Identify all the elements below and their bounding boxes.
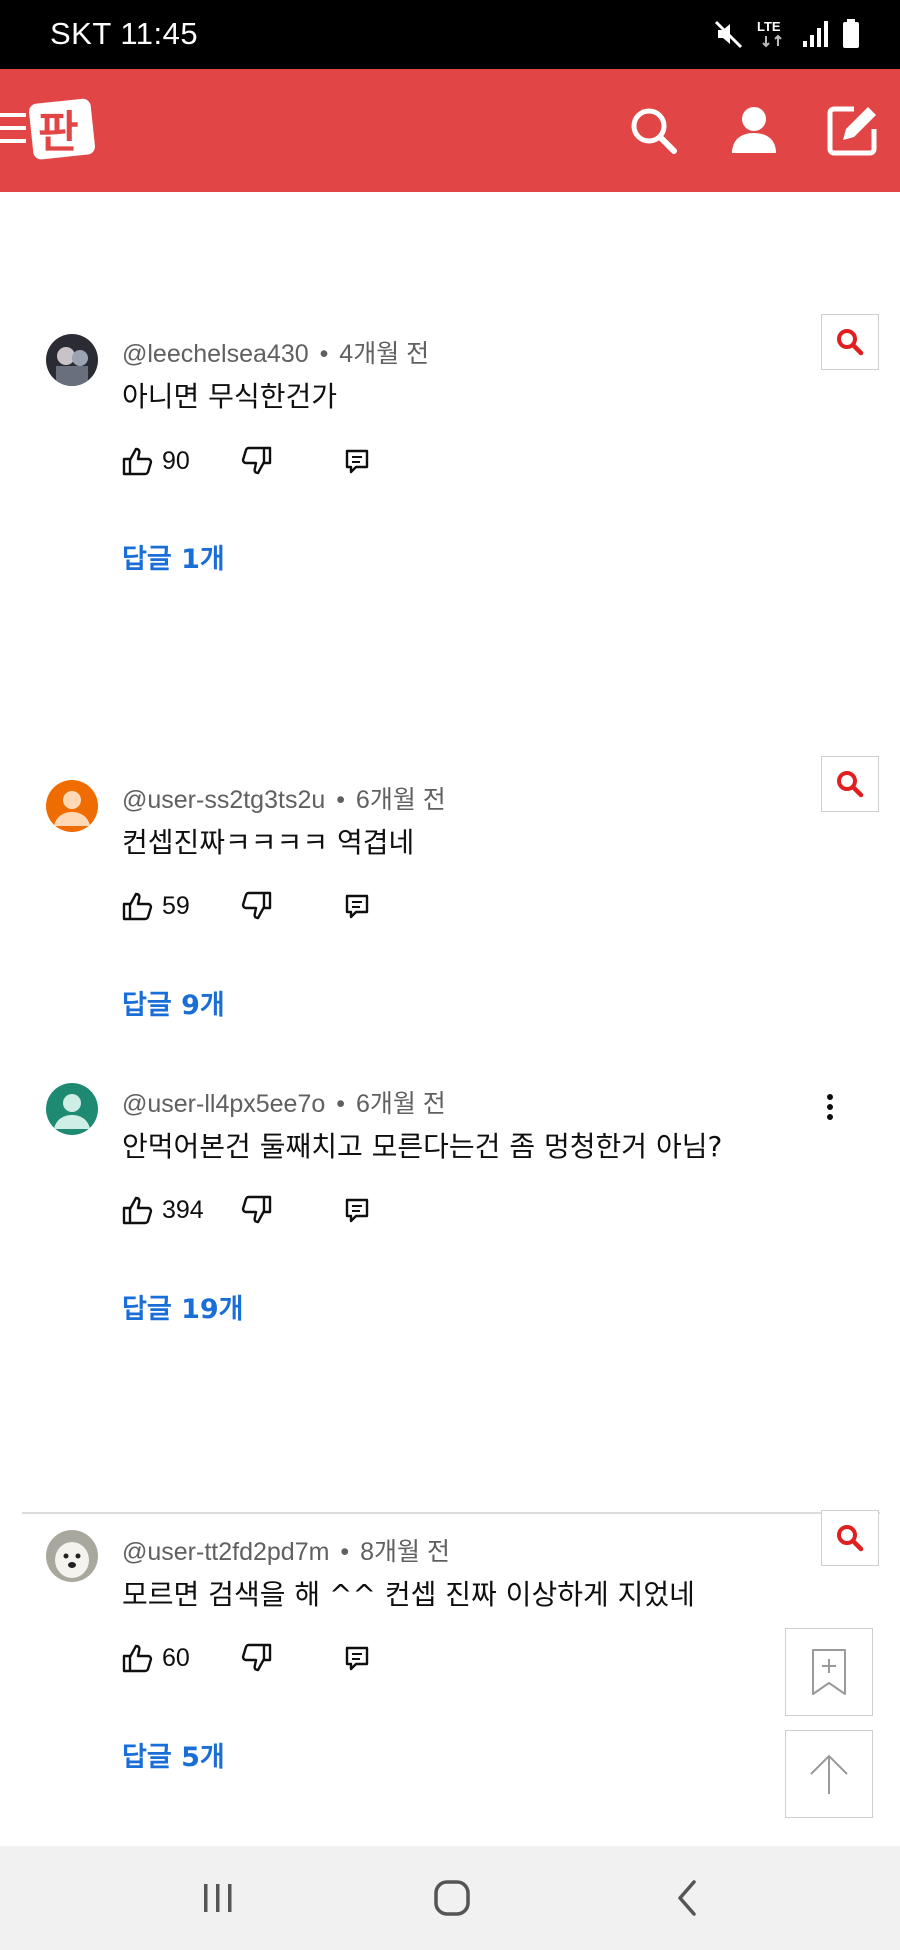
battery-icon: [843, 19, 859, 48]
avatar[interactable]: [46, 1083, 98, 1135]
comment-meta: @leechelsea430 • 4개월 전: [122, 334, 429, 370]
pann-logo[interactable]: 판: [28, 95, 98, 161]
comment-author[interactable]: @user-ll4px5ee7o: [122, 1090, 325, 1118]
write-icon[interactable]: [822, 101, 882, 161]
meta-separator: •: [319, 340, 329, 368]
bookmark-button[interactable]: [785, 1628, 873, 1716]
like-button[interactable]: 59: [122, 891, 190, 921]
thumb-up-icon: [122, 892, 153, 921]
arrow-up-icon: [810, 1754, 848, 1794]
signal-icon: [803, 21, 828, 47]
system-nav-bar: [0, 1846, 900, 1950]
comment-meta: @user-tt2fd2pd7m • 8개월 전: [122, 1532, 450, 1568]
comment-actions: 394: [122, 1195, 382, 1229]
like-count: 394: [162, 1195, 204, 1224]
more-options-icon[interactable]: [826, 1093, 834, 1121]
comment-search-button[interactable]: [821, 1510, 879, 1566]
home-icon[interactable]: [430, 1876, 474, 1920]
comment-actions: 59: [122, 891, 382, 925]
like-button[interactable]: 394: [122, 1195, 204, 1225]
app-header: 판: [0, 69, 900, 192]
search-icon: [837, 771, 864, 798]
avatar[interactable]: [46, 780, 98, 832]
avatar[interactable]: [46, 334, 98, 386]
back-icon[interactable]: [666, 1876, 710, 1920]
recent-apps-icon[interactable]: [196, 1876, 240, 1920]
comment-text: 모르면 검색을 해 ^^ 컨셉 진짜 이상하게 지었네: [122, 1578, 695, 1611]
search-icon: [837, 329, 864, 356]
mute-icon: [714, 20, 743, 49]
meta-separator: •: [340, 1538, 350, 1566]
comment-meta: @user-ss2tg3ts2u • 6개월 전: [122, 780, 446, 816]
comment-text: 안먹어본건 둘째치고 모른다는건 좀 멍청한거 아님?: [122, 1130, 723, 1163]
status-icons: LTE: [714, 16, 860, 52]
menu-icon[interactable]: [0, 109, 26, 149]
bookmark-add-icon: [812, 1649, 846, 1695]
comment-meta: @user-ll4px5ee7o • 6개월 전: [122, 1084, 446, 1120]
user-icon[interactable]: [724, 101, 784, 161]
like-count: 90: [162, 446, 190, 475]
comment-actions: 90: [122, 446, 382, 480]
carrier-time: SKT 11:45: [50, 16, 199, 51]
thumb-up-icon: [122, 1644, 153, 1673]
comment-time: 6개월 전: [355, 1090, 446, 1118]
comment-text: 컨셉진짜ㅋㅋㅋㅋ 역겹네: [122, 826, 415, 859]
replies-link[interactable]: 답글 1개: [122, 537, 225, 576]
reply-icon[interactable]: [344, 893, 370, 921]
reply-icon[interactable]: [344, 1645, 370, 1673]
comment-author[interactable]: @user-tt2fd2pd7m: [122, 1538, 329, 1566]
like-count: 60: [162, 1643, 190, 1672]
scroll-top-button[interactable]: [785, 1730, 873, 1818]
reply-icon[interactable]: [344, 1197, 370, 1225]
replies-link[interactable]: 답글 5개: [122, 1735, 225, 1774]
comment-author[interactable]: @user-ss2tg3ts2u: [122, 786, 325, 814]
comment-text: 아니면 무식한건가: [122, 380, 337, 413]
lte-icon: LTE: [757, 19, 782, 48]
comment-time: 4개월 전: [339, 340, 430, 368]
thumb-down-icon[interactable]: [240, 891, 272, 921]
comment-time: 8개월 전: [360, 1538, 450, 1566]
network-label: LTE: [757, 19, 781, 34]
thumb-down-icon[interactable]: [240, 1195, 272, 1225]
replies-link[interactable]: 답글 9개: [122, 983, 225, 1022]
divider: [22, 1512, 880, 1514]
comment-search-button[interactable]: [821, 756, 879, 812]
search-icon: [837, 1525, 864, 1552]
like-button[interactable]: 60: [122, 1643, 190, 1673]
status-bar: SKT 11:45 LTE: [0, 0, 900, 69]
like-count: 59: [162, 891, 190, 920]
meta-separator: •: [336, 1090, 345, 1118]
thumb-down-icon[interactable]: [240, 1643, 272, 1673]
replies-link[interactable]: 답글 19개: [122, 1287, 244, 1326]
comment-time: 6개월 전: [355, 786, 446, 814]
reply-icon[interactable]: [344, 448, 370, 476]
logo-text: 판: [38, 107, 78, 158]
comment-actions: 60: [122, 1643, 382, 1677]
comment-search-button[interactable]: [821, 314, 879, 370]
thumb-up-icon: [122, 1196, 153, 1225]
avatar[interactable]: [46, 1530, 98, 1582]
thumb-up-icon: [122, 447, 153, 476]
comment-author[interactable]: @leechelsea430: [122, 340, 309, 368]
search-icon[interactable]: [624, 101, 684, 161]
like-button[interactable]: 90: [122, 446, 190, 476]
meta-separator: •: [336, 786, 345, 814]
thumb-down-icon[interactable]: [240, 446, 272, 476]
